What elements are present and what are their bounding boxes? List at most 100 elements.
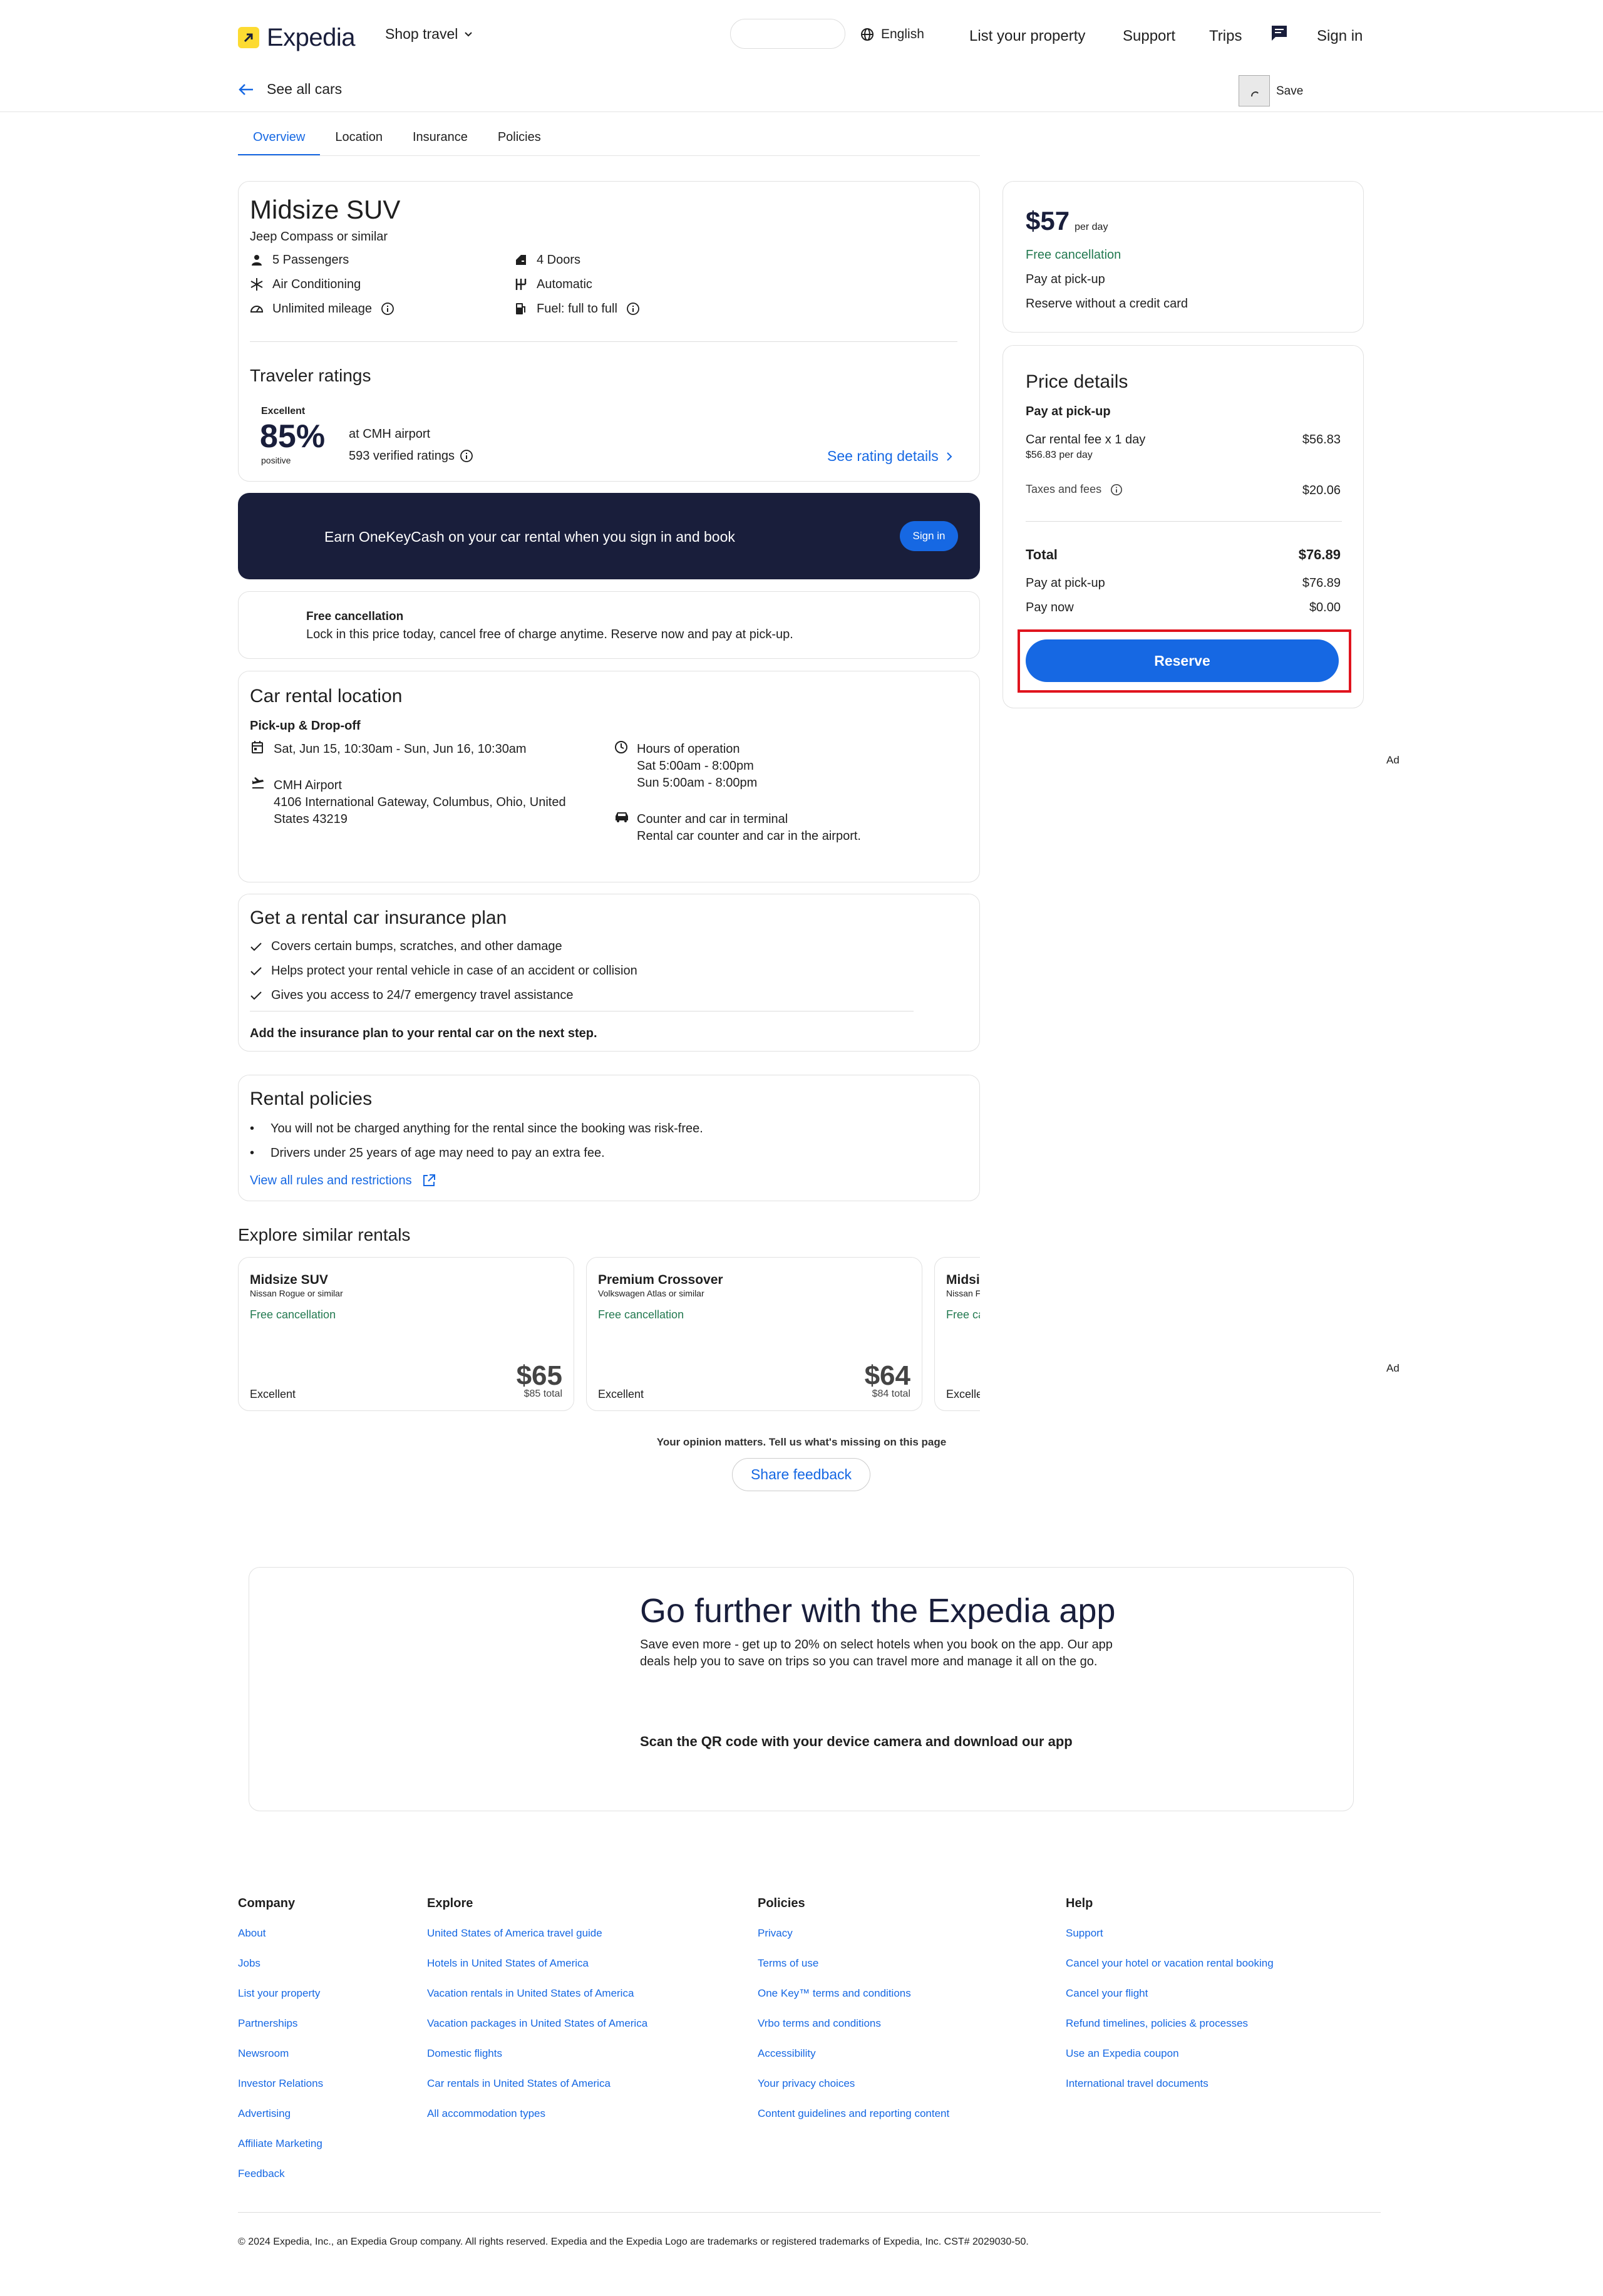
price-divider	[1026, 521, 1342, 522]
airplane-icon	[251, 776, 265, 790]
rating-location: at CMH airport	[349, 427, 431, 441]
footer-link[interactable]: Newsroom	[238, 2047, 323, 2077]
hours-title: Hours of operation	[637, 742, 740, 756]
tab-location[interactable]: Location	[320, 129, 398, 156]
footer-link[interactable]: Your privacy choices	[758, 2077, 949, 2107]
view-rules-link[interactable]: View all rules and restrictions	[250, 1172, 436, 1189]
footer-col-title: Help	[1066, 1896, 1093, 1910]
per-day-label: per day	[1075, 222, 1108, 232]
footer-link[interactable]: Privacy	[758, 1926, 949, 1957]
policy-item-text: You will not be charged anything for the…	[271, 1122, 703, 1135]
calendar-icon	[251, 740, 264, 754]
footer-link[interactable]: Hotels in United States of America	[427, 1957, 647, 1987]
shop-travel-menu[interactable]: Shop travel	[385, 25, 473, 44]
car-rental-location-card: Car rental location Pick-up & Drop-off S…	[238, 671, 980, 882]
feature-ac: Air Conditioning	[250, 276, 361, 292]
save-button[interactable]	[1239, 75, 1270, 106]
link-label: View all rules and restrictions	[250, 1174, 412, 1187]
tab-policies[interactable]: Policies	[483, 129, 556, 156]
footer-link[interactable]: Investor Relations	[238, 2077, 323, 2107]
fee-label: Car rental fee x 1 day	[1026, 433, 1146, 447]
language-selector[interactable]: English	[860, 26, 924, 43]
info-icon[interactable]	[626, 302, 640, 316]
fee-sub: $56.83 per day	[1026, 450, 1093, 460]
tab-overview[interactable]: Overview	[238, 129, 321, 156]
footer-link[interactable]: Cancel your flight	[1066, 1987, 1274, 2017]
insurance-heading: Get a rental car insurance plan	[250, 908, 507, 928]
bullet-icon: •	[250, 1146, 255, 1160]
footer-link[interactable]: One Key™ terms and conditions	[758, 1987, 949, 2017]
back-link[interactable]: See all cars	[238, 80, 342, 99]
price-per-day: $57 per day	[1026, 204, 1108, 239]
footer-link[interactable]: Accessibility	[758, 2047, 949, 2077]
footer-link[interactable]: Content guidelines and reporting content	[758, 2107, 949, 2137]
reserve-button[interactable]: Reserve	[1026, 639, 1339, 682]
similar-card[interactable]: Midsi Nissan F Free ca Excelle	[934, 1257, 980, 1411]
similar-card[interactable]: Midsize SUV Nissan Rogue or similar Free…	[238, 1257, 574, 1411]
promo-sign-in-button[interactable]: Sign in	[900, 521, 958, 551]
price-summary-card: $57 per day Free cancellation Pay at pic…	[1003, 181, 1364, 333]
footer-link[interactable]: United States of America travel guide	[427, 1926, 647, 1957]
nav-sign-in[interactable]: Sign in	[1317, 26, 1363, 46]
footer-link[interactable]: Advertising	[238, 2107, 323, 2137]
car-icon	[614, 810, 629, 823]
footer-link[interactable]: Affiliate Marketing	[238, 2137, 323, 2167]
similar-card[interactable]: Premium Crossover Volkswagen Atlas or si…	[586, 1257, 922, 1411]
footer-link[interactable]: Jobs	[238, 1957, 323, 1987]
feature-doors: 4 Doors	[514, 252, 580, 268]
footer-col-company: Company About Jobs List your property Pa…	[238, 1895, 323, 2197]
ad-label: Ad	[1386, 1362, 1399, 1374]
footer-link[interactable]: Domestic flights	[427, 2047, 647, 2077]
back-label: See all cars	[267, 81, 343, 97]
card-divider	[250, 341, 957, 342]
footer-link[interactable]: Support	[1066, 1926, 1274, 1957]
footer-link[interactable]: International travel documents	[1066, 2077, 1274, 2107]
footer-link[interactable]: Vacation rentals in United States of Ame…	[427, 1987, 647, 2017]
footer-link[interactable]: Terms of use	[758, 1957, 949, 1987]
footer-link[interactable]: List your property	[238, 1987, 323, 2017]
footer-link[interactable]: Refund timelines, policies & processes	[1066, 2017, 1274, 2047]
external-link-icon	[422, 1174, 436, 1187]
location-heading: Car rental location	[250, 686, 403, 706]
checkmark-icon	[250, 942, 262, 952]
policies-heading: Rental policies	[250, 1089, 373, 1109]
tab-insurance[interactable]: Insurance	[398, 129, 483, 156]
see-rating-details-link[interactable]: See rating details	[827, 447, 952, 466]
pay-now-value: $0.00	[1309, 601, 1341, 614]
save-label: Save	[1276, 85, 1304, 98]
footer-link[interactable]: Cancel your hotel or vacation rental boo…	[1066, 1957, 1274, 1987]
total-label: Total	[1026, 547, 1058, 562]
nav-support[interactable]: Support	[1123, 26, 1175, 46]
airport-info: CMH Airport 4106 International Gateway, …	[274, 777, 566, 828]
footer-link[interactable]: About	[238, 1926, 323, 1957]
similar-sub: Nissan F	[946, 1288, 980, 1298]
info-icon[interactable]	[1110, 484, 1123, 496]
footer-link[interactable]: Vrbo terms and conditions	[758, 2017, 949, 2047]
footer-link[interactable]: Car rentals in United States of America	[427, 2077, 647, 2107]
expedia-logo[interactable]: Expedia	[238, 21, 356, 54]
chat-icon[interactable]	[1269, 23, 1289, 43]
footer-link[interactable]: Feedback	[238, 2167, 323, 2197]
header-search-pill[interactable]	[730, 19, 845, 49]
feedback-prompt: Your opinion matters. Tell us what's mis…	[656, 1436, 947, 1448]
footer-link[interactable]: All accommodation types	[427, 2107, 647, 2137]
heart-icon	[1251, 91, 1259, 97]
nav-trips[interactable]: Trips	[1209, 26, 1242, 46]
footer-link[interactable]: Use an Expedia coupon	[1066, 2047, 1274, 2077]
rating-positive: positive	[261, 455, 291, 465]
feature-transmission: Automatic	[514, 276, 592, 292]
free-cancel-label: Free cancellation	[1026, 248, 1121, 262]
share-feedback-button[interactable]: Share feedback	[732, 1458, 870, 1491]
nav-list-property[interactable]: List your property	[969, 26, 1085, 46]
insurance-item-text: Gives you access to 24/7 emergency trave…	[271, 988, 574, 1002]
feature-label: 4 Doors	[537, 253, 581, 267]
counter-title: Counter and car in terminal	[637, 812, 788, 826]
info-icon[interactable]	[381, 302, 394, 316]
hours-sat: Sat 5:00am - 8:00pm	[637, 759, 754, 773]
location-subheading: Pick-up & Drop-off	[250, 719, 361, 733]
footer-link[interactable]: Vacation packages in United States of Am…	[427, 2017, 647, 2047]
checkmark-icon	[250, 966, 262, 976]
info-icon[interactable]	[460, 449, 473, 463]
feature-label: Air Conditioning	[272, 277, 361, 291]
footer-link[interactable]: Partnerships	[238, 2017, 323, 2047]
